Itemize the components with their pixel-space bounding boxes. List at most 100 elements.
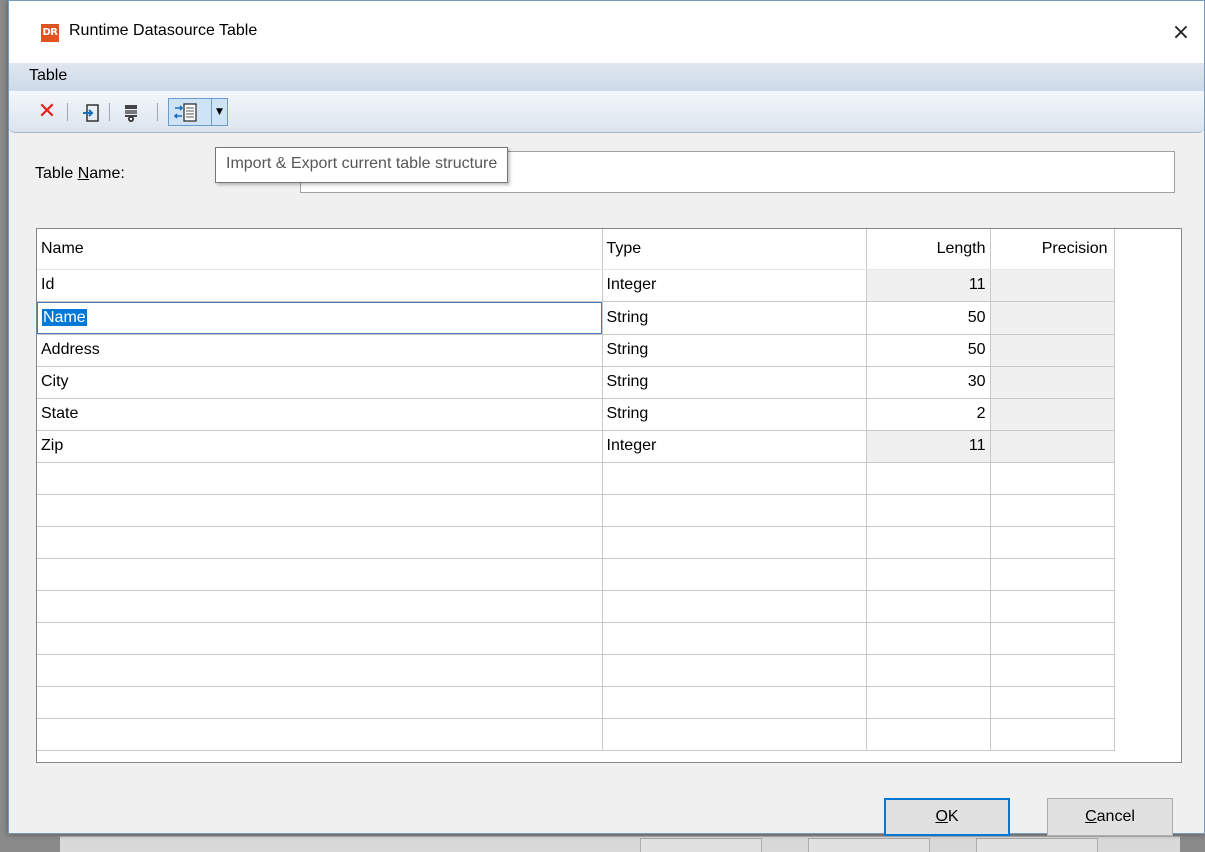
cell-length[interactable]: 50	[866, 334, 991, 367]
cell-type[interactable]: Integer	[602, 269, 867, 302]
empty-row[interactable]	[37, 526, 1181, 559]
empty-cell[interactable]	[866, 494, 991, 527]
cell-type[interactable]: String	[602, 334, 867, 367]
fields-grid[interactable]: Name Type Length Precision Id Integer 11 Na…	[36, 228, 1182, 763]
toolbar-separator	[109, 103, 110, 121]
empty-row[interactable]	[37, 686, 1181, 719]
cell-name[interactable]: Id	[37, 269, 603, 302]
empty-cell[interactable]	[990, 718, 1115, 751]
cell-length[interactable]: 2	[866, 398, 991, 431]
empty-cell[interactable]	[990, 558, 1115, 591]
table-name-label-post: ame:	[89, 165, 125, 182]
cell-type[interactable]: String	[602, 366, 867, 399]
empty-row[interactable]	[37, 654, 1181, 687]
table-row[interactable]: Id Integer 11	[37, 269, 1181, 302]
empty-cell[interactable]	[602, 526, 867, 559]
empty-row[interactable]	[37, 718, 1181, 751]
cell-type[interactable]: String	[602, 398, 867, 431]
column-header-length[interactable]: Length	[866, 229, 991, 270]
empty-row[interactable]	[37, 494, 1181, 527]
empty-cell[interactable]	[602, 622, 867, 655]
empty-cell[interactable]	[866, 718, 991, 751]
name-edit-box[interactable]: Name	[37, 301, 601, 333]
empty-row[interactable]	[37, 558, 1181, 591]
cell-precision[interactable]	[990, 430, 1115, 463]
cell-name[interactable]: Name	[37, 301, 603, 335]
cell-precision[interactable]	[990, 334, 1115, 367]
ok-button[interactable]: OK	[884, 798, 1010, 836]
cell-precision[interactable]	[990, 366, 1115, 399]
empty-cell[interactable]	[37, 494, 603, 527]
delete-button[interactable]: ✕	[35, 99, 59, 125]
empty-cell[interactable]	[990, 494, 1115, 527]
empty-cell[interactable]	[602, 590, 867, 623]
cell-length[interactable]: 50	[866, 301, 991, 335]
empty-cell[interactable]	[866, 462, 991, 495]
cell-precision[interactable]	[990, 398, 1115, 431]
cell-length[interactable]: 30	[866, 366, 991, 399]
table-row[interactable]: Name String 50	[37, 301, 1181, 335]
empty-cell[interactable]	[866, 590, 991, 623]
empty-row[interactable]	[37, 590, 1181, 623]
empty-cell[interactable]	[602, 494, 867, 527]
cell-length[interactable]: 11	[866, 269, 991, 302]
column-header-precision[interactable]: Precision	[990, 229, 1115, 270]
empty-cell[interactable]	[37, 622, 603, 655]
cell-type[interactable]: String	[602, 301, 867, 335]
cell-name[interactable]: City	[37, 366, 603, 399]
grid-body: Id Integer 11 Name String 50 Address String 50 Ci…	[37, 269, 1181, 751]
empty-cell[interactable]	[37, 558, 603, 591]
empty-cell[interactable]	[37, 590, 603, 623]
import-button[interactable]	[79, 99, 103, 125]
empty-cell[interactable]	[866, 654, 991, 687]
table-row[interactable]: Zip Integer 11	[37, 430, 1181, 463]
view-structure-button[interactable]	[119, 99, 143, 125]
empty-cell[interactable]	[37, 654, 603, 687]
empty-cell	[1114, 590, 1181, 622]
empty-cell[interactable]	[990, 462, 1115, 495]
import-export-main[interactable]	[173, 99, 197, 125]
empty-cell[interactable]	[990, 590, 1115, 623]
cell-name[interactable]: Zip	[37, 430, 603, 463]
empty-cell[interactable]	[866, 686, 991, 719]
cell-filler	[1114, 398, 1181, 430]
empty-cell	[1114, 526, 1181, 558]
empty-row[interactable]	[37, 622, 1181, 655]
close-button[interactable]: ×	[1158, 11, 1204, 55]
table-row[interactable]: Address String 50	[37, 334, 1181, 367]
empty-cell[interactable]	[37, 526, 603, 559]
empty-cell[interactable]	[602, 686, 867, 719]
empty-cell[interactable]	[602, 654, 867, 687]
empty-cell[interactable]	[602, 718, 867, 751]
empty-cell[interactable]	[866, 526, 991, 559]
import-export-dropdown[interactable]: ▼	[211, 99, 227, 125]
empty-cell[interactable]	[990, 622, 1115, 655]
table-row[interactable]: State String 2	[37, 398, 1181, 431]
empty-cell[interactable]	[990, 686, 1115, 719]
empty-cell[interactable]	[37, 686, 603, 719]
import-export-button[interactable]: ▼	[168, 98, 228, 126]
cell-precision[interactable]	[990, 301, 1115, 335]
ok-accel: O	[935, 808, 948, 825]
cell-name[interactable]: Address	[37, 334, 603, 367]
cell-name[interactable]: State	[37, 398, 603, 431]
cell-length[interactable]: 11	[866, 430, 991, 463]
grid-header-row: Name Type Length Precision	[37, 229, 1181, 270]
column-header-name[interactable]: Name	[37, 229, 603, 270]
table-row[interactable]: City String 30	[37, 366, 1181, 399]
empty-cell[interactable]	[866, 558, 991, 591]
empty-cell[interactable]	[37, 462, 603, 495]
cancel-button[interactable]: Cancel	[1047, 798, 1173, 836]
empty-cell[interactable]	[866, 622, 991, 655]
cell-precision[interactable]	[990, 269, 1115, 302]
column-header-type[interactable]: Type	[602, 229, 867, 270]
empty-row[interactable]	[37, 462, 1181, 495]
empty-cell[interactable]	[990, 526, 1115, 559]
title-bar: DR Runtime Datasource Table ×	[9, 1, 1204, 63]
empty-cell[interactable]	[990, 654, 1115, 687]
empty-cell[interactable]	[602, 558, 867, 591]
empty-cell[interactable]	[602, 462, 867, 495]
empty-cell[interactable]	[37, 718, 603, 751]
cell-type[interactable]: Integer	[602, 430, 867, 463]
menu-item-table[interactable]: Table	[29, 67, 67, 85]
